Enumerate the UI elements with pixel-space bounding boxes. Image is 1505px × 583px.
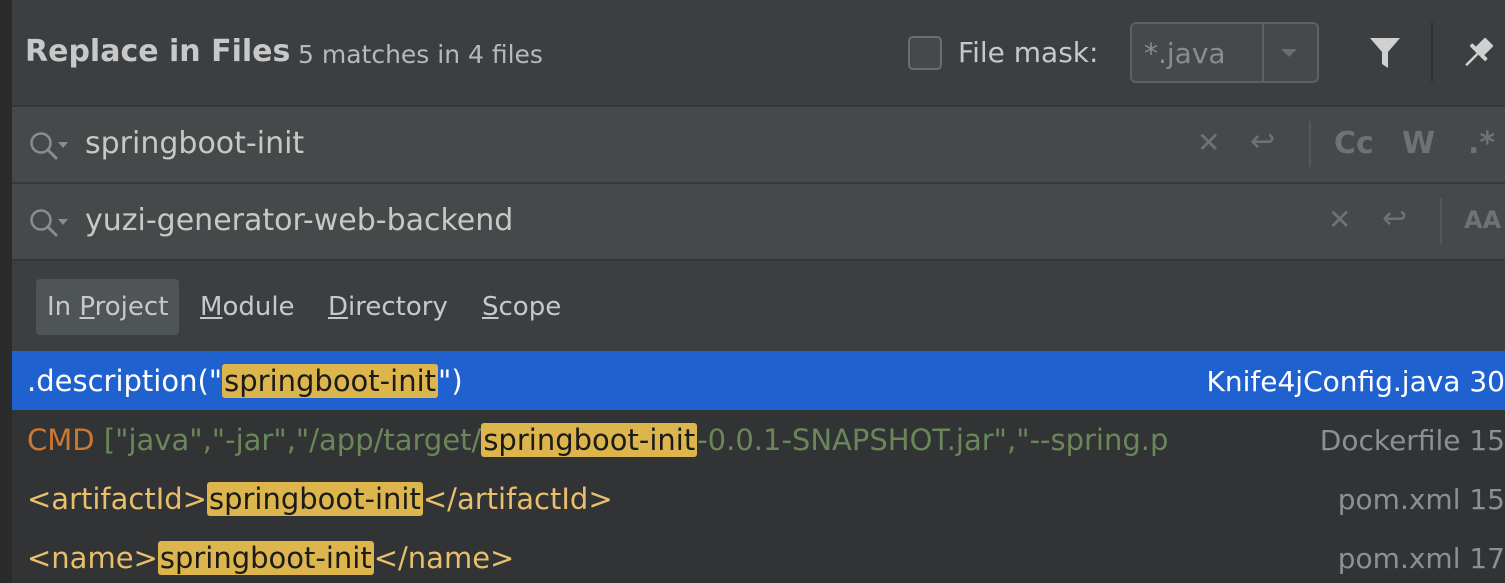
file-mask-combobox[interactable]: *.java — [1130, 22, 1319, 83]
file-mask-value: *.java — [1144, 37, 1226, 70]
code-prefix: <name> — [27, 541, 158, 575]
match-case-toggle[interactable]: Cc — [1334, 129, 1374, 159]
chevron-down-icon[interactable] — [1275, 41, 1303, 63]
code-suffix: </artifactId> — [422, 482, 613, 516]
code-prefix: .description(" — [27, 364, 223, 398]
result-file: Dockerfile 15 — [1319, 424, 1505, 457]
replace-input[interactable]: yuzi-generator-web-backend — [85, 203, 513, 238]
code-suffix: -0.0.1-SNAPSHOT.jar","--spring.p — [697, 423, 1169, 457]
header-separator — [1431, 22, 1433, 82]
result-row[interactable]: <name>springboot-init</name> pom.xml 17 — [12, 528, 1505, 583]
editor-gutter — [0, 0, 12, 583]
dialog-header: Replace in Files 5 matches in 4 files Fi… — [12, 0, 1505, 105]
result-code: <artifactId>springboot-init</artifactId> — [27, 482, 1292, 516]
tab-module[interactable]: Module — [189, 279, 306, 335]
clear-icon[interactable]: ✕ — [1197, 129, 1220, 157]
tab-scope[interactable]: Scope — [471, 279, 572, 335]
replace-in-files-dialog: Replace in Files 5 matches in 4 files Fi… — [12, 0, 1505, 583]
combo-divider — [1262, 24, 1264, 81]
results-list: .description("springboot-init") Knife4jC… — [12, 351, 1505, 583]
result-row[interactable]: .description("springboot-init") Knife4jC… — [12, 351, 1505, 410]
result-code: .description("springboot-init") — [27, 364, 1292, 398]
toolbar-separator — [1309, 121, 1311, 167]
code-prefix: <artifactId> — [27, 482, 207, 516]
tab-in-project[interactable]: In Project — [36, 279, 180, 335]
match-highlight: springboot-init — [157, 541, 374, 575]
newline-icon[interactable]: ↩ — [1382, 204, 1407, 234]
result-row[interactable]: <artifactId>springboot-init</artifactId>… — [12, 469, 1505, 528]
filter-icon[interactable] — [1368, 35, 1402, 71]
result-file: Knife4jConfig.java 30 — [1206, 365, 1505, 398]
result-code: <name>springboot-init</name> — [27, 541, 1292, 575]
tab-scope-label: Scope — [482, 292, 562, 322]
match-highlight: springboot-init — [481, 423, 698, 457]
result-file: pom.xml 15 — [1337, 483, 1505, 516]
tab-directory[interactable]: Directory — [317, 279, 459, 335]
code-suffix: ") — [438, 364, 463, 398]
code-suffix: </name> — [373, 541, 515, 575]
pin-icon[interactable] — [1458, 33, 1498, 73]
match-summary: 5 matches in 4 files — [298, 40, 543, 69]
regex-toggle[interactable]: .* — [1468, 129, 1495, 159]
clear-icon[interactable]: ✕ — [1328, 206, 1351, 234]
replace-row: yuzi-generator-web-backend ✕ ↩ AA — [12, 182, 1505, 259]
code-prefix: ["java","-jar","/app/target/ — [94, 423, 482, 457]
tab-directory-label: Directory — [328, 292, 448, 322]
tab-in-project-label: In Project — [47, 292, 169, 322]
whole-words-toggle[interactable]: W — [1402, 129, 1435, 159]
tab-module-label: Module — [200, 292, 295, 322]
search-row: springboot-init ✕ ↩ Cc W .* — [12, 105, 1505, 182]
result-code: CMD ["java","-jar","/app/target/springbo… — [27, 423, 1292, 457]
match-highlight: springboot-init — [222, 364, 439, 398]
code-keyword: CMD — [27, 423, 95, 457]
newline-icon[interactable]: ↩ — [1250, 127, 1275, 157]
dialog-title: Replace in Files — [25, 34, 291, 69]
scope-tabs: In Project Module Directory Scope — [12, 259, 1505, 351]
file-mask-checkbox[interactable] — [908, 36, 942, 70]
search-history-icon[interactable] — [26, 129, 72, 163]
file-mask-label: File mask: — [958, 36, 1099, 69]
replace-history-icon[interactable] — [26, 206, 72, 240]
result-file: pom.xml 17 — [1337, 542, 1505, 575]
toolbar-separator — [1440, 198, 1442, 244]
match-highlight: springboot-init — [206, 482, 423, 516]
search-input[interactable]: springboot-init — [85, 126, 304, 161]
preserve-case-toggle[interactable]: AA — [1464, 208, 1501, 232]
result-row[interactable]: CMD ["java","-jar","/app/target/springbo… — [12, 410, 1505, 469]
